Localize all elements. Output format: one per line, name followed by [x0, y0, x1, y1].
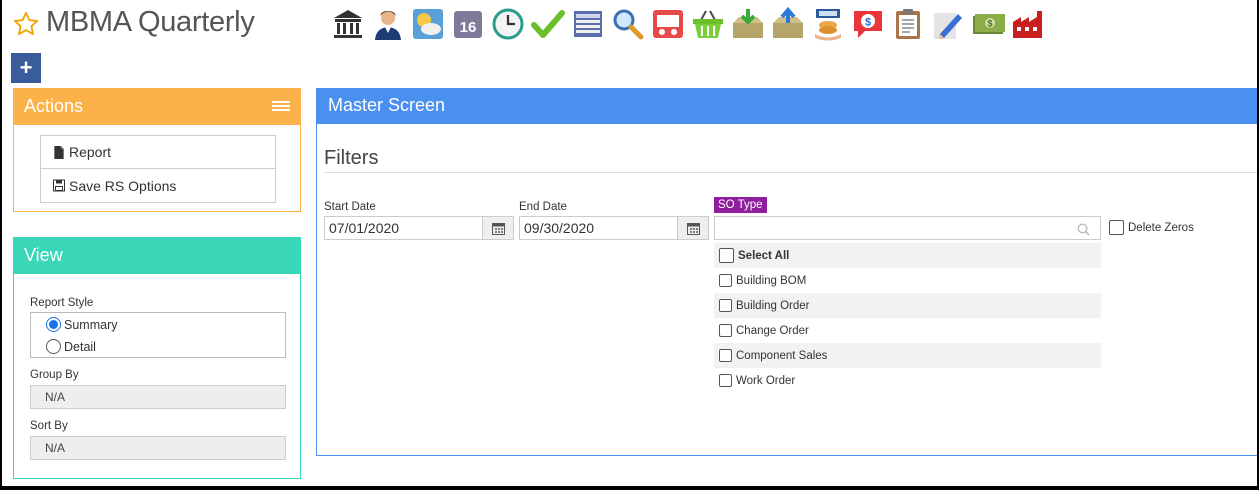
add-button[interactable]: + — [11, 53, 41, 83]
start-date-value[interactable]: 07/01/2020 — [325, 217, 482, 239]
actions-panel: Actions Report Save RS Options — [13, 88, 301, 212]
delete-zeros-label: Delete Zeros — [1128, 221, 1194, 234]
summary-label: Summary — [64, 317, 118, 332]
weather-icon[interactable] — [410, 6, 446, 42]
so-type-option[interactable]: Change Order — [714, 318, 1101, 343]
component-sales-label: Component Sales — [736, 349, 828, 362]
building-bom-label: Building BOM — [736, 274, 807, 287]
report-style-group: Summary Detail — [30, 312, 286, 358]
report-style-label: Report Style — [30, 297, 94, 309]
detail-label: Detail — [64, 339, 96, 354]
building-bom-checkbox[interactable] — [719, 274, 732, 287]
clock-icon[interactable] — [490, 6, 526, 42]
so-type-search-input[interactable] — [714, 216, 1101, 240]
end-date-value[interactable]: 09/30/2020 — [520, 217, 677, 239]
start-date-input[interactable]: 07/01/2020 — [324, 216, 514, 240]
select-all-checkbox[interactable] — [719, 248, 734, 263]
start-date-label: Start Date — [324, 201, 376, 213]
toolbar: 16 $ $ — [330, 6, 1046, 42]
delete-zeros-option[interactable]: Delete Zeros — [1109, 220, 1194, 235]
summary-radio[interactable] — [46, 317, 61, 332]
master-screen-title: Master Screen — [328, 95, 446, 115]
bank-icon[interactable] — [330, 6, 366, 42]
group-by-field[interactable]: N/A — [30, 385, 286, 409]
star-outline-icon[interactable] — [12, 10, 40, 38]
save-rs-options-action[interactable]: Save RS Options — [41, 169, 275, 202]
so-type-option-select-all[interactable]: Select All — [714, 243, 1101, 268]
factory-icon[interactable] — [1010, 6, 1046, 42]
so-type-option[interactable]: Building Order — [714, 293, 1101, 318]
filters-title: Filters — [324, 147, 379, 169]
svg-text:$: $ — [865, 17, 871, 29]
actions-panel-header: Actions — [14, 89, 300, 125]
change-order-label: Change Order — [736, 324, 809, 337]
spreadsheet-icon[interactable] — [570, 6, 606, 42]
end-date-input[interactable]: 09/30/2020 — [519, 216, 709, 240]
actions-title: Actions — [24, 96, 84, 116]
calendar-16-icon[interactable]: 16 — [450, 6, 486, 42]
so-type-option[interactable]: Work Order — [714, 368, 1101, 393]
detail-option[interactable]: Detail — [46, 339, 96, 354]
calendar-icon[interactable] — [482, 217, 513, 239]
magnifier-icon[interactable] — [610, 6, 646, 42]
work-order-checkbox[interactable] — [719, 374, 732, 387]
report-action[interactable]: Report — [41, 136, 275, 169]
truck-icon[interactable] — [650, 6, 686, 42]
summary-option[interactable]: Summary — [46, 317, 117, 332]
search-icon — [1077, 223, 1090, 236]
clipboard-icon[interactable] — [890, 6, 926, 42]
filters-divider — [324, 172, 1257, 173]
sort-by-label: Sort By — [30, 420, 68, 432]
so-type-label: SO Type — [714, 197, 767, 213]
so-type-option[interactable]: Component Sales — [714, 343, 1101, 368]
so-type-option[interactable]: Building BOM — [714, 268, 1101, 293]
building-order-label: Building Order — [736, 299, 810, 312]
document-icon — [54, 145, 64, 159]
master-screen-panel: Master Screen Filters Start Date 07/01/2… — [316, 88, 1257, 456]
change-order-checkbox[interactable] — [719, 324, 732, 337]
inbox-download-icon[interactable] — [730, 6, 766, 42]
user-icon[interactable] — [370, 6, 406, 42]
master-screen-header: Master Screen — [317, 89, 1257, 124]
view-panel: View Report Style Summary Detail Group B… — [13, 237, 301, 479]
svg-text:$: $ — [987, 19, 992, 29]
inbox-upload-icon[interactable] — [770, 6, 806, 42]
delete-zeros-checkbox[interactable] — [1109, 220, 1124, 235]
money-icon[interactable]: $ — [970, 6, 1006, 42]
pencil-icon[interactable] — [930, 6, 966, 42]
component-sales-checkbox[interactable] — [719, 349, 732, 362]
svg-text:16: 16 — [460, 19, 477, 36]
actions-list: Report Save RS Options — [40, 135, 276, 203]
calendar-icon[interactable] — [677, 217, 708, 239]
page-title: MBMA Quarterly — [46, 6, 255, 38]
basket-icon[interactable] — [690, 6, 726, 42]
view-panel-header: View — [14, 238, 300, 274]
end-date-label: End Date — [519, 201, 567, 213]
view-title: View — [24, 245, 63, 265]
menu-icon[interactable] — [272, 101, 290, 114]
select-all-label: Select All — [738, 249, 790, 262]
checkmark-icon[interactable] — [530, 6, 566, 42]
floppy-disk-icon — [53, 179, 65, 192]
building-order-checkbox[interactable] — [719, 299, 732, 312]
chat-dollar-icon[interactable]: $ — [850, 6, 886, 42]
sort-by-field[interactable]: N/A — [30, 436, 286, 460]
app-window: MBMA Quarterly 16 $ $ + Actions Report S… — [2, 0, 1257, 486]
detail-radio[interactable] — [46, 339, 61, 354]
hand-coins-icon[interactable] — [810, 6, 846, 42]
group-by-label: Group By — [30, 369, 79, 381]
report-action-label: Report — [69, 144, 112, 160]
save-rs-options-label: Save RS Options — [69, 177, 177, 194]
work-order-label: Work Order — [736, 374, 796, 387]
